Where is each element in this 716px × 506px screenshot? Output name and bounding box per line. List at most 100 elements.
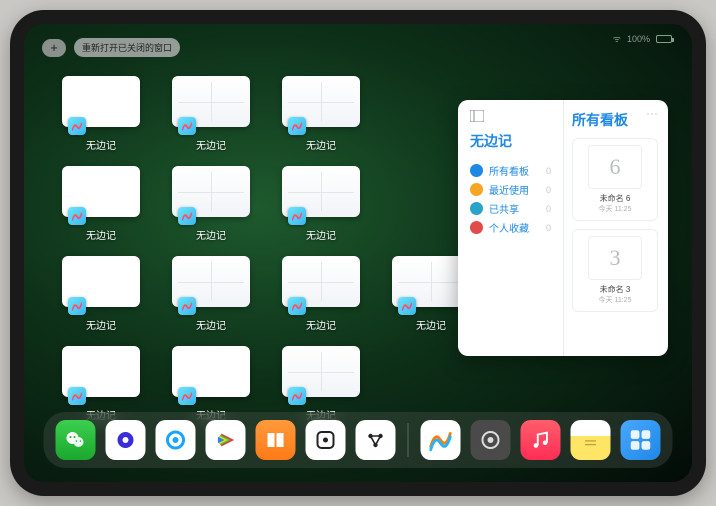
window-menu-button[interactable]: ···	[646, 106, 658, 120]
window-tile-label: 无边记	[306, 317, 336, 332]
window-tile-label: 无边记	[306, 137, 336, 152]
sidebar-item-count: 0	[546, 223, 551, 233]
sidebar-item-label: 个人收藏	[489, 220, 529, 235]
ipad-frame: + 重新打开已关闭的窗口 ᯤ 100% 无边记无边记无边记无边记无边记无边记无边…	[10, 10, 706, 496]
dock-app-freeform[interactable]	[421, 420, 461, 460]
board-card[interactable]: 6 未命名 6今天 11:25	[572, 138, 658, 221]
window-tile-label: 无边记	[86, 137, 116, 152]
dock-app-video[interactable]	[206, 420, 246, 460]
board-card[interactable]: 3 未命名 3今天 11:25	[572, 229, 658, 312]
sidebar-item-count: 0	[546, 166, 551, 176]
sidebar: 无边记 所有看板 0 最近使用 0 已共享 0 个人收藏 0	[458, 100, 563, 356]
window-thumbnail	[282, 256, 360, 307]
dock-app-notes[interactable]	[571, 420, 611, 460]
freeform-app-icon	[178, 297, 196, 315]
freeform-window[interactable]: ··· 无边记 所有看板0最近使用0已共享0个人收藏0 所有看板 6未命名 6今…	[458, 100, 668, 356]
window-tile[interactable]: 无边记	[60, 256, 142, 332]
reopen-closed-window-button[interactable]: 重新打开已关闭的窗口	[74, 38, 180, 57]
window-tile[interactable]: 无边记	[280, 256, 362, 332]
dock-separator	[408, 423, 409, 457]
window-tile[interactable]: 无边记	[170, 346, 252, 422]
status-bar: ᯤ 100%	[613, 32, 672, 45]
window-thumbnail	[172, 166, 250, 217]
freeform-app-icon	[68, 207, 86, 225]
sidebar-item-icon	[470, 221, 483, 234]
window-thumbnail	[172, 346, 250, 397]
window-thumbnail	[62, 256, 140, 307]
dock-app-quark[interactable]	[106, 420, 146, 460]
freeform-app-icon	[68, 117, 86, 135]
freeform-app-icon	[398, 297, 416, 315]
wifi-icon: ᯤ	[613, 32, 621, 45]
window-tile-label: 无边记	[86, 227, 116, 242]
board-thumbnail: 3	[588, 236, 642, 280]
freeform-app-icon	[288, 207, 306, 225]
window-thumbnail	[282, 346, 360, 397]
window-tile[interactable]: 无边记	[60, 76, 142, 152]
sidebar-item-label: 最近使用	[489, 182, 529, 197]
freeform-app-icon	[288, 297, 306, 315]
window-thumbnail	[62, 346, 140, 397]
freeform-app-icon	[178, 117, 196, 135]
window-tile[interactable]: 无边记	[60, 346, 142, 422]
window-tile[interactable]: 无边记	[170, 256, 252, 332]
dock-app-music[interactable]	[521, 420, 561, 460]
dock-app-quark2[interactable]	[156, 420, 196, 460]
window-tile-label: 无边记	[196, 227, 226, 242]
board-thumbnail: 6	[588, 145, 642, 189]
board-caption: 未命名 6	[600, 193, 631, 204]
window-thumbnail	[172, 76, 250, 127]
window-tile-label: 无边记	[86, 317, 116, 332]
sidebar-item[interactable]: 个人收藏 0	[470, 218, 555, 237]
sidebar-item[interactable]: 所有看板 0	[470, 161, 555, 180]
screen: + 重新打开已关闭的窗口 ᯤ 100% 无边记无边记无边记无边记无边记无边记无边…	[24, 24, 692, 482]
board-caption: 未命名 3	[600, 284, 631, 295]
dock-app-books[interactable]	[256, 420, 296, 460]
sidebar-item-count: 0	[546, 185, 551, 195]
dock-app-settings[interactable]	[471, 420, 511, 460]
freeform-app-icon	[178, 207, 196, 225]
window-grid: 无边记无边记无边记无边记无边记无边记无边记无边记无边记无边记无边记无边记无边记	[60, 76, 472, 422]
sidebar-item[interactable]: 最近使用 0	[470, 180, 555, 199]
battery-icon	[656, 35, 672, 43]
freeform-app-icon	[68, 387, 86, 405]
sidebar-icon	[470, 110, 555, 125]
freeform-app-icon	[68, 297, 86, 315]
sidebar-item-icon	[470, 164, 483, 177]
window-tile[interactable]: 无边记	[60, 166, 142, 242]
freeform-app-icon	[178, 387, 196, 405]
window-tile-label: 无边记	[416, 317, 446, 332]
sidebar-item-count: 0	[546, 204, 551, 214]
dock-app-wechat[interactable]	[56, 420, 96, 460]
dock	[44, 412, 673, 468]
sidebar-item-icon	[470, 202, 483, 215]
sidebar-item-icon	[470, 183, 483, 196]
board-timestamp: 今天 11:25	[599, 295, 632, 305]
board-timestamp: 今天 11:25	[599, 204, 632, 214]
top-bar: + 重新打开已关闭的窗口	[42, 38, 180, 57]
sidebar-item[interactable]: 已共享 0	[470, 199, 555, 218]
window-thumbnail	[62, 76, 140, 127]
sidebar-title: 无边记	[470, 131, 555, 151]
dock-app-library[interactable]	[621, 420, 661, 460]
window-tile[interactable]: 无边记	[280, 166, 362, 242]
window-thumbnail	[62, 166, 140, 217]
window-thumbnail	[282, 76, 360, 127]
freeform-app-icon	[288, 117, 306, 135]
sidebar-item-label: 所有看板	[489, 163, 529, 178]
window-thumbnail	[172, 256, 250, 307]
dock-app-dot[interactable]	[306, 420, 346, 460]
main-pane: 所有看板 6未命名 6今天 11:253未命名 3今天 11:25	[563, 100, 668, 356]
window-tile-label: 无边记	[196, 137, 226, 152]
window-tile-label: 无边记	[196, 317, 226, 332]
dock-app-sci[interactable]	[356, 420, 396, 460]
add-window-button[interactable]: +	[42, 39, 66, 57]
window-tile[interactable]: 无边记	[280, 346, 362, 422]
battery-percent: 100%	[627, 34, 650, 44]
window-tile-label: 无边记	[306, 227, 336, 242]
window-tile[interactable]: 无边记	[280, 76, 362, 152]
window-thumbnail	[282, 166, 360, 217]
sidebar-item-label: 已共享	[489, 201, 519, 216]
window-tile[interactable]: 无边记	[170, 76, 252, 152]
window-tile[interactable]: 无边记	[170, 166, 252, 242]
